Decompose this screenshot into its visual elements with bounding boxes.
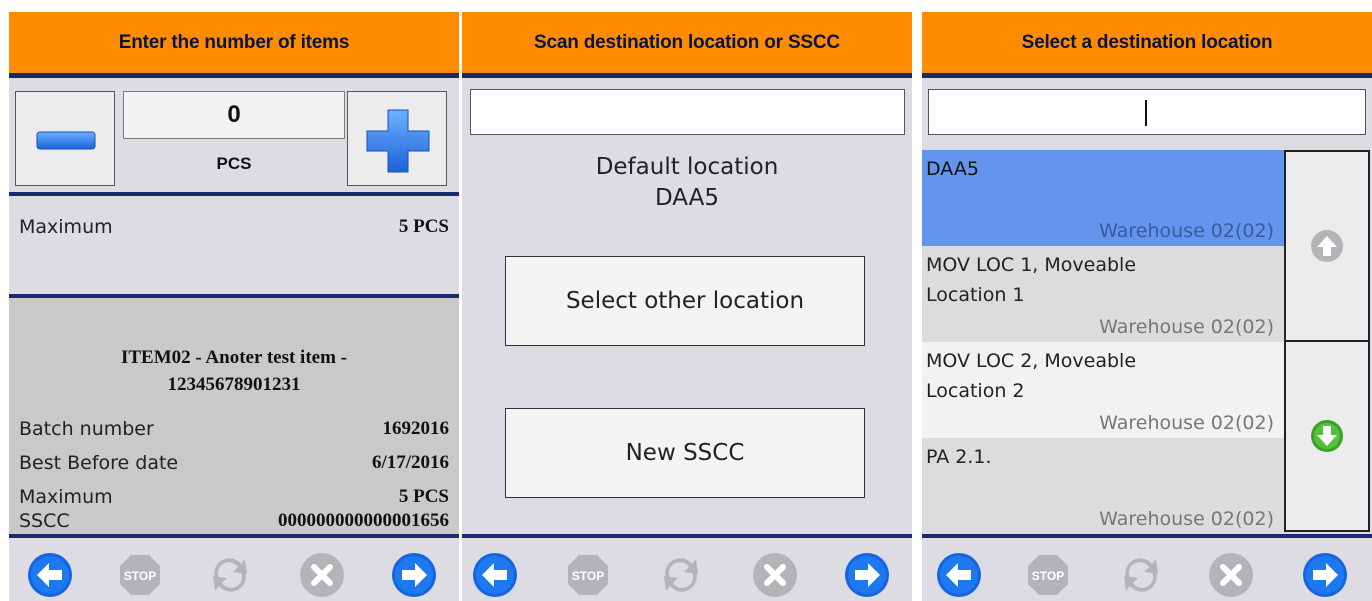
detail-row: SSCC 000000000000001656	[19, 510, 449, 532]
footer-toolbar: STOP	[462, 534, 912, 601]
scroll-down-button[interactable]	[1284, 340, 1370, 532]
forward-button[interactable]	[391, 552, 437, 598]
item-title-line2: 12345678901231	[167, 374, 301, 395]
refresh-button[interactable]	[1118, 552, 1164, 598]
forward-button[interactable]	[1302, 552, 1348, 598]
text-cursor	[1145, 100, 1147, 126]
default-location: Default location DAA5	[462, 152, 912, 214]
detail-label: Maximum	[19, 486, 113, 508]
stop-label: STOP	[572, 569, 604, 583]
detail-label: Best Before date	[19, 452, 179, 474]
unit-label: PCS	[216, 154, 252, 173]
stop-icon: STOP	[568, 555, 608, 595]
item-title: ITEM02 - Anoter test item - 123456789012…	[9, 344, 459, 398]
new-sscc-button[interactable]: New SSCC	[505, 408, 865, 498]
refresh-icon	[213, 558, 247, 592]
cancel-icon	[1209, 553, 1253, 597]
decrease-button[interactable]	[15, 91, 115, 186]
default-location-label: Default location	[595, 154, 779, 180]
detail-row: Best Before date 6/17/2016	[19, 452, 449, 474]
stop-button[interactable]: STOP	[565, 552, 611, 598]
detail-row: Maximum 5 PCS	[19, 486, 449, 508]
detail-row: Batch number 1692016	[19, 418, 449, 440]
detail-label: Batch number	[19, 418, 154, 440]
quantity-field[interactable]: 0	[123, 91, 345, 139]
select-other-location-button[interactable]: Select other location	[505, 256, 865, 346]
screen-title: Select a destination location	[922, 12, 1372, 78]
divider	[9, 192, 459, 196]
stop-icon: STOP	[120, 555, 160, 595]
location-name-continued: Location 2	[926, 380, 1025, 402]
footer-toolbar: STOP	[922, 534, 1372, 601]
scroll-down-icon	[1311, 420, 1343, 452]
cancel-icon	[753, 553, 797, 597]
enter-quantity-screen: Enter the number of items 0 PCS Maximum …	[9, 12, 459, 601]
location-item[interactable]: MOV LOC 2, Moveable Location 2 Warehouse…	[922, 342, 1284, 438]
stop-button[interactable]: STOP	[1025, 552, 1071, 598]
location-warehouse: Warehouse 02(02)	[1099, 220, 1274, 242]
plus-icon	[366, 109, 430, 173]
item-title-line1: ITEM02 - Anoter test item -	[120, 347, 347, 368]
screen-title: Scan destination location or SSCC	[462, 12, 912, 78]
location-item[interactable]: PA 2.1. Warehouse 02(02)	[922, 438, 1284, 534]
maximum-value: 5 PCS	[398, 216, 449, 237]
search-input[interactable]	[928, 89, 1366, 135]
screen-title: Enter the number of items	[9, 12, 459, 78]
detail-label: SSCC	[19, 510, 70, 532]
back-button[interactable]	[27, 552, 73, 598]
detail-value: 5 PCS	[398, 486, 449, 507]
stop-label: STOP	[1032, 569, 1064, 583]
minus-icon	[36, 131, 96, 150]
stop-button[interactable]: STOP	[117, 552, 163, 598]
default-location-value: DAA5	[654, 185, 720, 211]
location-warehouse: Warehouse 02(02)	[1099, 316, 1274, 338]
detail-value: 000000000000001656	[278, 510, 449, 531]
scroll-up-icon	[1311, 230, 1343, 262]
location-item[interactable]: MOV LOC 1, Moveable Location 1 Warehouse…	[922, 246, 1284, 342]
back-arrow-icon	[937, 553, 981, 597]
back-arrow-icon	[473, 553, 517, 597]
scan-destination-screen: Scan destination location or SSCC Defaul…	[462, 12, 912, 601]
cancel-button[interactable]	[752, 552, 798, 598]
back-button[interactable]	[472, 552, 518, 598]
scan-input[interactable]	[470, 89, 905, 135]
footer-toolbar: STOP	[9, 534, 459, 601]
location-name: MOV LOC 1, Moveable	[926, 254, 1137, 276]
detail-value: 1692016	[382, 418, 450, 439]
location-warehouse: Warehouse 02(02)	[1099, 508, 1274, 530]
stop-label: STOP	[124, 569, 156, 583]
location-item[interactable]: DAA5 Warehouse 02(02)	[922, 150, 1284, 246]
refresh-button[interactable]	[658, 552, 704, 598]
location-name: MOV LOC 2, Moveable	[926, 350, 1137, 372]
forward-arrow-icon	[845, 553, 889, 597]
forward-button[interactable]	[844, 552, 890, 598]
maximum-label: Maximum	[19, 216, 113, 238]
maximum-row: Maximum 5 PCS	[19, 216, 449, 238]
back-arrow-icon	[28, 553, 72, 597]
location-name: PA 2.1.	[926, 446, 992, 468]
select-location-screen: Select a destination location DAA5 Wareh…	[922, 12, 1372, 601]
forward-arrow-icon	[1303, 553, 1347, 597]
cancel-button[interactable]	[1208, 552, 1254, 598]
cancel-icon	[300, 553, 344, 597]
scroll-up-button[interactable]	[1284, 150, 1370, 342]
location-name-continued: Location 1	[926, 284, 1025, 306]
back-button[interactable]	[936, 552, 982, 598]
forward-arrow-icon	[392, 553, 436, 597]
stop-icon: STOP	[1028, 555, 1068, 595]
refresh-icon	[1124, 558, 1158, 592]
location-list: DAA5 Warehouse 02(02) MOV LOC 1, Moveabl…	[922, 150, 1284, 534]
cancel-button[interactable]	[299, 552, 345, 598]
increase-button[interactable]	[347, 91, 447, 186]
refresh-button[interactable]	[207, 552, 253, 598]
location-name: DAA5	[926, 158, 979, 180]
item-info-box: ITEM02 - Anoter test item - 123456789012…	[9, 298, 459, 534]
location-warehouse: Warehouse 02(02)	[1099, 412, 1274, 434]
detail-value: 6/17/2016	[371, 452, 449, 473]
refresh-icon	[664, 558, 698, 592]
